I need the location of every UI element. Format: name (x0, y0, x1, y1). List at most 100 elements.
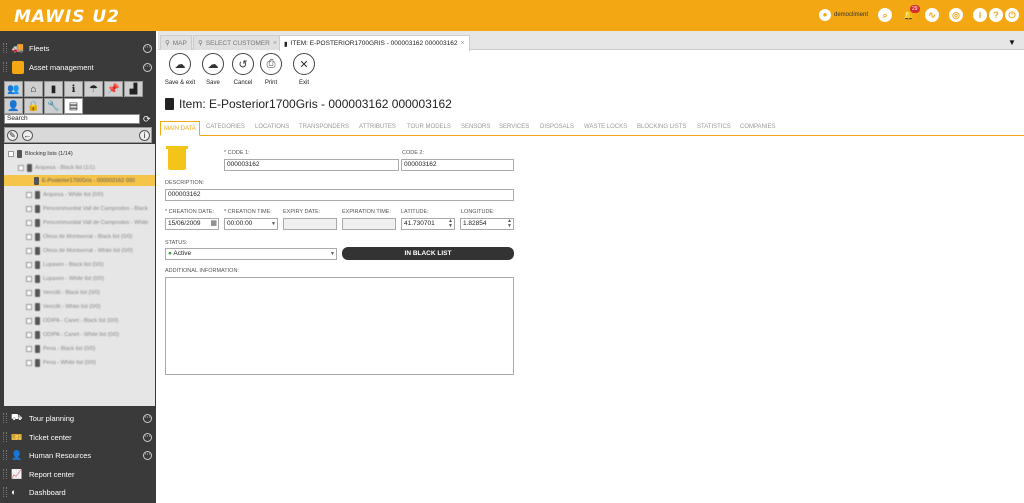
expand-icon[interactable]: ⋯ (143, 450, 152, 460)
checkbox[interactable] (8, 150, 14, 157)
drag-handle-icon[interactable] (3, 62, 7, 72)
tab-main-data[interactable]: MAIN DATA (160, 121, 200, 136)
close-icon[interactable]: × (273, 40, 277, 47)
expiry-date-input[interactable] (283, 218, 337, 230)
tree-item[interactable]: Vencilit - White list (0/0) (26, 301, 100, 312)
tree-root-label: Blocking lists (1/14) (25, 150, 73, 157)
refresh-icon[interactable]: ⟳ (143, 114, 153, 124)
settings-icon[interactable]: ◎ (949, 8, 963, 22)
code2-input[interactable]: 000003162 (401, 159, 514, 171)
pin-icon[interactable]: 📌 (104, 81, 123, 97)
tree-item[interactable]: Olesa de Montserrat - Black list (0/0) (26, 231, 132, 242)
drag-handle-icon[interactable] (3, 469, 7, 479)
tab-blocking-lists[interactable]: BLOCKING LISTS (637, 124, 686, 130)
collapse-icon[interactable]: ⋯ (143, 62, 152, 72)
sidebar-item-report-center[interactable]: 📈 Report center (0, 465, 156, 483)
additional-info-textarea[interactable] (165, 277, 514, 375)
umbrella-icon[interactable]: ☂ (84, 81, 103, 97)
tab-waste-locks[interactable]: WASTE LOCKS (584, 124, 627, 130)
home-icon[interactable]: ⌂ (24, 81, 43, 97)
tab-select-customer[interactable]: ⚲ SELECT CUSTOMER × (193, 35, 282, 50)
blocking-list-icon[interactable]: ▤ (64, 98, 83, 114)
tree-item[interactable]: Pencommunitat Vall de Camprodon - Black (26, 203, 148, 214)
info-circle-icon[interactable]: ℹ (64, 81, 83, 97)
tab-companies[interactable]: COMPANIES (740, 124, 776, 130)
info-icon[interactable]: i (139, 130, 150, 141)
activity-icon[interactable]: ∿ (925, 8, 939, 22)
description-input[interactable]: 000003162 (165, 189, 514, 201)
tree-item[interactable]: Pencommunitat Vall de Camprodon - White (26, 217, 148, 228)
tab-label: MAP (172, 39, 187, 47)
power-icon[interactable]: ⏻ (1005, 8, 1019, 22)
tree-root[interactable]: Blocking lists (1/14) (8, 148, 73, 159)
user-pin-icon[interactable]: 👤 (4, 98, 23, 114)
drag-handle-icon[interactable] (3, 432, 7, 442)
search-input[interactable]: Search (4, 114, 140, 124)
tab-locations[interactable]: LOCATIONS (255, 124, 289, 130)
expand-icon[interactable]: ⋯ (143, 432, 152, 442)
longitude-input[interactable]: 1.82854 ▲ ▼ (460, 218, 514, 230)
tab-transponders[interactable]: TRANSPONDERS (299, 124, 349, 130)
tree-item[interactable]: Vencilit - Black list (0/0) (26, 287, 100, 298)
sidebar-item-asset-management[interactable]: Asset management ⋯ (0, 58, 156, 76)
tab-item[interactable]: ▮ ITEM: E-POSTERIOR1700GRIS - 000003162 0… (279, 35, 470, 51)
code1-input[interactable]: 000003162 (224, 159, 399, 171)
drag-handle-icon[interactable] (3, 43, 7, 53)
back-icon[interactable]: ← (22, 130, 33, 141)
close-icon[interactable]: × (461, 40, 465, 47)
tree-item[interactable]: ODIPA - Canet - Black list (0/0) (26, 315, 118, 326)
creation-date-input[interactable]: 15/06/2009 ▦ (165, 218, 219, 230)
expand-icon[interactable]: ⋯ (143, 413, 152, 423)
tab-services[interactable]: SERVICES (499, 124, 529, 130)
sidebar-item-human-resources[interactable]: 👤 Human Resources ⋯ (0, 446, 156, 464)
tree-item-label: Olesa de Montserrat - White list (0/0) (43, 247, 133, 254)
lock-icon[interactable]: 🔒 (24, 98, 43, 114)
sidebar-item-fleets[interactable]: 🚚 Fleets ⋯ (0, 39, 156, 57)
tab-tour-models[interactable]: TOUR MODELS (407, 124, 451, 130)
tree-item-selected[interactable]: E-Posterior1700Gris - 000003162 000 (4, 175, 155, 186)
sidebar-item-ticket-center[interactable]: 🎫 Ticket center ⋯ (0, 428, 156, 446)
drag-handle-icon[interactable] (3, 487, 7, 497)
expiration-time-input[interactable] (342, 218, 396, 230)
truck-icon: 🚚 (11, 42, 25, 54)
tree-item[interactable]: Olesa de Montserrat - White list (0/0) (26, 245, 133, 256)
tabs-menu-chevron-down-icon[interactable]: ▼ (1008, 38, 1016, 47)
tree-item[interactable]: Pena - Black list (0/0) (26, 343, 95, 354)
wrench-icon[interactable]: 🔧 (44, 98, 63, 114)
calendar-icon[interactable]: ▦ (210, 219, 217, 229)
stepper-icon[interactable]: ▲ ▼ (507, 219, 512, 229)
tab-categories[interactable]: CATEGORIES (206, 124, 245, 130)
info-icon[interactable]: i (973, 8, 987, 22)
search-icon[interactable]: ⌕ (878, 8, 892, 22)
status-select[interactable]: ● Active ▼ (165, 248, 337, 260)
tab-statistics[interactable]: STATISTICS (697, 124, 731, 130)
in-black-list-button[interactable]: IN BLACK LIST (342, 247, 514, 260)
bin-icon[interactable]: ▮ (44, 81, 63, 97)
help-icon[interactable]: ? (989, 8, 1003, 22)
tree-item[interactable]: Arquesa - Black list (1/1) (18, 162, 95, 173)
exit-button[interactable]: ✕ Exit (284, 53, 324, 86)
drag-handle-icon[interactable] (3, 450, 7, 460)
edit-icon[interactable]: ✎ (7, 130, 18, 141)
tab-attributes[interactable]: ATTRIBUTES (359, 124, 396, 130)
bin-icon: ▮ (284, 40, 288, 48)
sidebar-item-tour-planning[interactable]: ⛟ Tour planning ⋯ (0, 409, 156, 427)
sidebar-item-dashboard[interactable]: ◐ Dashboard (0, 483, 156, 501)
tab-sensors[interactable]: SENSORS (461, 124, 490, 130)
tree-item[interactable]: Lupasen - Black list (0/0) (26, 259, 104, 270)
users-icon[interactable]: 👥 (4, 81, 23, 97)
tree-item[interactable]: Pena - White list (0/0) (26, 357, 96, 368)
expand-icon[interactable]: ⋯ (143, 43, 152, 53)
latitude-input[interactable]: 41.730701 ▲ ▼ (401, 218, 455, 230)
creation-time-select[interactable]: 00:00:00 ▼ (224, 218, 278, 230)
tab-map[interactable]: ⚲ MAP (160, 35, 192, 50)
drag-handle-icon[interactable] (3, 413, 7, 423)
stepper-icon[interactable]: ▲ ▼ (448, 219, 453, 229)
tree-item[interactable]: Arquesa - White list (0/0) (26, 189, 104, 200)
user-menu[interactable]: ● democliment (819, 9, 868, 21)
tab-disposals[interactable]: DISPOSALS (540, 124, 574, 130)
tree-item[interactable]: ODIPA - Canet - White list (0/0) (26, 329, 119, 340)
containers-icon[interactable]: ▟ (124, 81, 143, 97)
tree-item[interactable]: Lupasen - White list (0/0) (26, 273, 104, 284)
cloud-upload-icon: ☁ (169, 53, 191, 75)
